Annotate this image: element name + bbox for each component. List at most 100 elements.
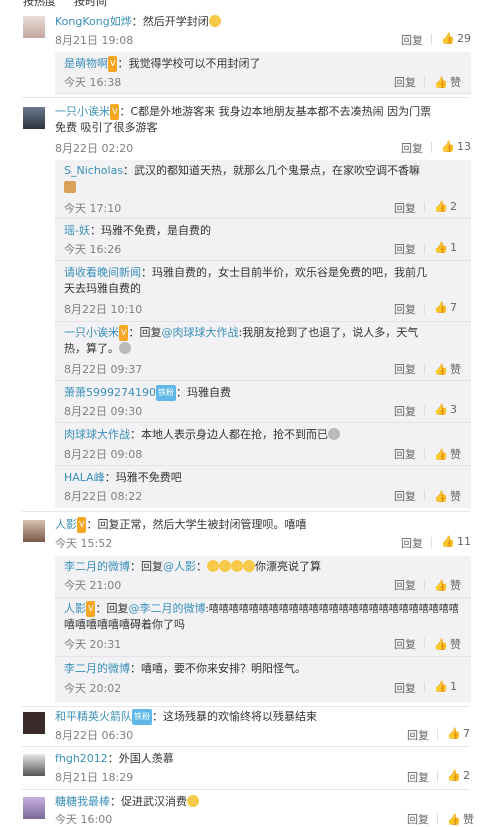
comment-time: 8月22日 06:30 <box>55 729 134 742</box>
reply-item: 是萌物啊 V ：我觉得学校可以不用封闭了 今天 16:38 回复 👍 赞 <box>55 52 471 94</box>
user-name[interactable]: 瑶-妖 <box>64 224 90 237</box>
divider <box>424 363 425 374</box>
reply-time: 今天 20:02 <box>64 682 122 695</box>
avatar[interactable] <box>23 712 45 734</box>
user-name[interactable]: HALA峰 <box>64 471 105 484</box>
reply-button[interactable]: 回复 <box>394 403 416 419</box>
comment-text: fhgh2012：外国人羡慕 <box>55 752 174 765</box>
divider <box>424 303 425 314</box>
reply-button[interactable]: 回复 <box>407 811 429 827</box>
user-name[interactable]: KongKong如烨 <box>55 15 132 28</box>
reply-button[interactable]: 回复 <box>394 200 416 216</box>
comment-time: 8月21日 18:29 <box>55 771 134 784</box>
reply-button[interactable]: 回复 <box>394 680 416 696</box>
avatar[interactable] <box>23 754 45 776</box>
divider <box>424 243 425 254</box>
reply-time: 今天 20:31 <box>64 638 122 651</box>
like-button[interactable]: 👍 赞 <box>434 74 461 90</box>
tab-time[interactable]: 按时间 <box>74 0 107 8</box>
reply-item: S_Nicholas：武汉的都知道天热，就那么几个鬼景点，在家吹空调不香嘛 今天… <box>55 160 471 219</box>
reply-button[interactable]: 回复 <box>394 636 416 652</box>
like-button[interactable]: 👍 3 <box>434 403 457 416</box>
avatar[interactable] <box>23 520 45 542</box>
like-button[interactable]: 👍 11 <box>441 535 471 548</box>
thumb-up-icon: 👍 <box>434 241 448 254</box>
user-name[interactable]: 请收看晚间新闻 <box>64 266 141 279</box>
divider <box>424 579 425 590</box>
user-name[interactable]: S_Nicholas <box>64 164 123 177</box>
comment-time: 今天 16:00 <box>55 813 113 826</box>
user-name[interactable]: 人影 <box>64 602 86 615</box>
user-name[interactable]: 萧萧5999274190 <box>64 386 156 399</box>
avatar[interactable] <box>23 797 45 819</box>
like-button[interactable]: 👍 13 <box>441 140 471 153</box>
reply-list: 李二月的微博：回复@人影： 你漂亮说了算 今天 21:00 回复 👍 赞 人影 V ：回… <box>55 556 471 702</box>
like-button[interactable]: 👍 2 <box>447 769 470 782</box>
mention-link[interactable]: @李二月的微博 <box>128 602 205 615</box>
emoji-icon <box>119 342 131 354</box>
reply-text-line: 天去玛雅自费的 <box>64 282 141 295</box>
user-name[interactable]: 人影 <box>55 518 77 531</box>
reply-item: 肉球球大作战：本地人表示身边人都在抢，抢不到而已 8月22日 09:08 回复 … <box>55 423 471 466</box>
reply-button[interactable]: 回复 <box>394 301 416 317</box>
reply-item: 人影 V ：回复@李二月的微博:嘻嘻嘻嘻嘻嘻嘻嘻嘻嘻嘻嘻嘻嘻嘻嘻嘻嘻嘻嘻嘻嘻嘻嘻嘻 … <box>55 598 471 657</box>
thumb-up-icon: 👍 <box>434 76 448 89</box>
reply-button[interactable]: 回复 <box>401 32 423 48</box>
reply-button[interactable]: 回复 <box>401 535 423 551</box>
reply-button[interactable]: 回复 <box>401 140 423 156</box>
like-button[interactable]: 👍 7 <box>434 301 457 314</box>
reply-button[interactable]: 回复 <box>394 241 416 257</box>
reply-button[interactable]: 回复 <box>394 577 416 593</box>
divider <box>22 706 470 707</box>
comment-time: 8月21日 19:08 <box>55 34 134 47</box>
user-name[interactable]: 一只小诶米 <box>55 105 110 118</box>
tab-hot[interactable]: 按热度 <box>23 0 56 8</box>
like-button[interactable]: 👍 赞 <box>434 446 461 462</box>
reply-button[interactable]: 回复 <box>407 769 429 785</box>
like-button[interactable]: 👍 1 <box>434 680 457 693</box>
like-button[interactable]: 👍 赞 <box>434 577 461 593</box>
reply-button[interactable]: 回复 <box>394 488 416 504</box>
reply-button[interactable]: 回复 <box>394 74 416 90</box>
divider <box>22 746 470 747</box>
comment-time: 8月22日 02:20 <box>55 142 134 155</box>
reply-text-line: 嘻嘻嘻嘻嘻嘻碍着你了吗 <box>64 618 185 631</box>
divider <box>437 771 438 782</box>
like-button[interactable]: 👍 1 <box>434 241 457 254</box>
like-button[interactable]: 👍 赞 <box>447 811 474 827</box>
mention-link[interactable]: @肉球球大作战 <box>161 326 238 339</box>
sort-tabs: 按热度 按时间 <box>0 0 502 8</box>
thumb-up-icon: 👍 <box>434 403 448 416</box>
divider <box>424 405 425 416</box>
like-button[interactable]: 👍 7 <box>447 727 470 740</box>
user-name[interactable]: fhgh2012 <box>55 752 108 765</box>
reply-button[interactable]: 回复 <box>394 446 416 462</box>
user-name[interactable]: 一只小诶米 <box>64 326 119 339</box>
comment-text: 一只小诶米 V ：C都是外地游客来 我身边本地朋友基本都不去凑热闹 因为门票 <box>55 104 432 120</box>
user-name[interactable]: 肉球球大作战 <box>64 428 130 441</box>
smile-emoji-icon <box>208 15 221 27</box>
like-button[interactable]: 👍 2 <box>434 200 457 213</box>
reply-button[interactable]: 回复 <box>394 361 416 377</box>
divider <box>424 76 425 87</box>
like-button[interactable]: 👍 赞 <box>434 636 461 652</box>
user-name[interactable]: 糖糖我最棒 <box>55 795 110 808</box>
thumb-up-icon: 👍 <box>434 579 448 592</box>
divider <box>437 813 438 824</box>
comment-text: KongKong如烨：然后开学封闭 <box>55 14 221 30</box>
avatar[interactable] <box>23 107 45 129</box>
reply-button[interactable]: 回复 <box>407 727 429 743</box>
comment-text: 人影 V ：回复正常，然后大学生被封闭管理呗。嘻嘻 <box>55 517 307 533</box>
like-button[interactable]: 👍 赞 <box>434 361 461 377</box>
thumb-up-icon: 👍 <box>434 638 448 651</box>
avatar[interactable] <box>23 16 45 38</box>
user-name[interactable]: 李二月的微博 <box>64 662 130 675</box>
emoji-icon <box>64 181 76 193</box>
reply-item: 瑶-妖：玛雅不免费，是自费的 今天 16:26 回复 👍 1 <box>55 219 471 261</box>
user-name[interactable]: 是萌物啊 <box>64 57 108 70</box>
like-button[interactable]: 👍 29 <box>441 32 471 45</box>
user-name[interactable]: 和平精英火箭队 <box>55 710 132 723</box>
user-name[interactable]: 李二月的微博 <box>64 560 130 573</box>
like-button[interactable]: 👍 赞 <box>434 488 461 504</box>
mention-link[interactable]: @人影 <box>163 560 196 573</box>
